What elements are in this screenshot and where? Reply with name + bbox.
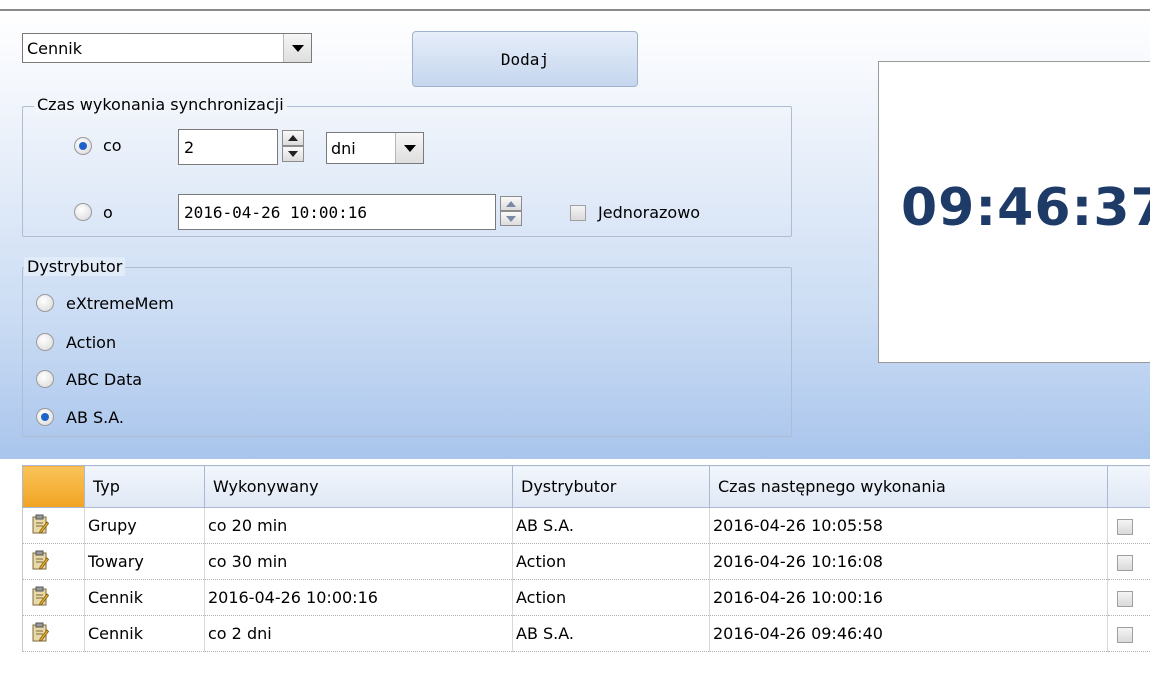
type-select[interactable]: Cennik	[22, 33, 312, 63]
edit-clipboard-icon[interactable]	[22, 543, 85, 580]
clock-time: 09:46:37	[901, 178, 1150, 238]
spin-down-icon[interactable]	[282, 146, 304, 162]
cell-typ: Towary	[84, 543, 205, 580]
radio-distributor-label: AB S.A.	[66, 408, 124, 427]
radio-every-label: co	[103, 136, 122, 155]
cell-czas: 2016-04-26 10:16:08	[709, 543, 1108, 580]
row-checkbox[interactable]	[1117, 518, 1133, 535]
once-checkbox-label: Jednorazowo	[598, 203, 701, 222]
radio-distributor-ab-sa[interactable]	[36, 408, 54, 426]
row-checkbox[interactable]	[1117, 554, 1133, 571]
edit-clipboard-icon[interactable]	[22, 579, 85, 616]
radio-distributor-extrememem[interactable]	[36, 294, 54, 312]
radio-distributor-label: ABC Data	[66, 370, 143, 389]
cell-dystrybutor: AB S.A.	[512, 615, 710, 652]
edit-clipboard-icon[interactable]	[22, 615, 85, 652]
type-select-value: Cennik	[27, 38, 83, 58]
cell-wykonywany: co 20 min	[204, 507, 513, 544]
column-header-checkbox[interactable]	[1107, 465, 1150, 508]
cell-dystrybutor: Action	[512, 579, 710, 616]
row-checkbox[interactable]	[1117, 590, 1133, 607]
cell-wykonywany: co 30 min	[204, 543, 513, 580]
column-header-dystrybutor[interactable]: Dystrybutor	[512, 465, 710, 508]
spin-up-icon[interactable]	[282, 130, 304, 146]
schedule-grid: Typ Wykonywany Dystrybutor Czas następne…	[22, 465, 1150, 652]
cell-checkbox	[1107, 507, 1150, 544]
radio-distributor-label: eXtremeMem	[66, 294, 174, 313]
cell-wykonywany: co 2 dni	[204, 615, 513, 652]
cell-checkbox	[1107, 615, 1150, 652]
settings-panel: Cennik Dodaj Czas wykonania synchronizac…	[0, 11, 1150, 459]
cell-checkbox	[1107, 579, 1150, 616]
radio-every[interactable]	[74, 137, 92, 155]
radio-distributor-abc-data[interactable]	[36, 370, 54, 388]
table-row[interactable]: Cennik co 2 dni AB S.A. 2016-04-26 09:46:40	[22, 615, 1150, 652]
spin-down-icon[interactable]	[500, 211, 522, 226]
once-checkbox[interactable]	[570, 205, 586, 221]
add-button[interactable]: Dodaj	[412, 31, 638, 87]
cell-typ: Cennik	[84, 579, 205, 616]
distributor-group	[22, 267, 792, 437]
interval-value-input[interactable]: 2	[178, 129, 278, 165]
chevron-down-icon[interactable]	[395, 133, 423, 163]
chevron-down-icon[interactable]	[283, 34, 311, 62]
sync-time-legend: Czas wykonania synchronizacji	[34, 95, 287, 114]
radio-at[interactable]	[74, 203, 92, 221]
radio-distributor-label: Action	[66, 333, 117, 352]
row-selector-header[interactable]	[22, 465, 85, 508]
cell-typ: Cennik	[84, 615, 205, 652]
datetime-input[interactable]: 2016-04-26 10:00:16	[178, 194, 496, 230]
cell-checkbox	[1107, 543, 1150, 580]
column-header-typ[interactable]: Typ	[84, 465, 205, 508]
edit-clipboard-icon[interactable]	[22, 507, 85, 544]
radio-distributor-action[interactable]	[36, 333, 54, 351]
row-checkbox[interactable]	[1117, 626, 1133, 643]
cell-czas: 2016-04-26 10:00:16	[709, 579, 1108, 616]
radio-at-label: o	[103, 203, 113, 222]
cell-dystrybutor: Action	[512, 543, 710, 580]
cell-dystrybutor: AB S.A.	[512, 507, 710, 544]
table-row[interactable]: Grupy co 20 min AB S.A. 2016-04-26 10:05:58	[22, 507, 1150, 544]
cell-typ: Grupy	[84, 507, 205, 544]
distributor-legend: Dystrybutor	[24, 257, 126, 276]
interval-spinner[interactable]	[282, 130, 304, 162]
table-row[interactable]: Towary co 30 min Action 2016-04-26 10:16:08	[22, 543, 1150, 580]
datetime-spinner[interactable]	[500, 196, 522, 226]
cell-czas: 2016-04-26 09:46:40	[709, 615, 1108, 652]
cell-czas: 2016-04-26 10:05:58	[709, 507, 1108, 544]
column-header-czas[interactable]: Czas następnego wykonania	[709, 465, 1108, 508]
cell-wykonywany: 2016-04-26 10:00:16	[204, 579, 513, 616]
interval-unit-select[interactable]: dni	[326, 132, 424, 164]
grid-header-row: Typ Wykonywany Dystrybutor Czas następne…	[22, 465, 1150, 508]
spin-up-icon[interactable]	[500, 196, 522, 211]
table-row[interactable]: Cennik 2016-04-26 10:00:16 Action 2016-04-2…	[22, 579, 1150, 616]
interval-unit-value: dni	[331, 138, 356, 158]
column-header-wykonywany[interactable]: Wykonywany	[204, 465, 513, 508]
clock-display: 09:46:37	[878, 61, 1150, 363]
